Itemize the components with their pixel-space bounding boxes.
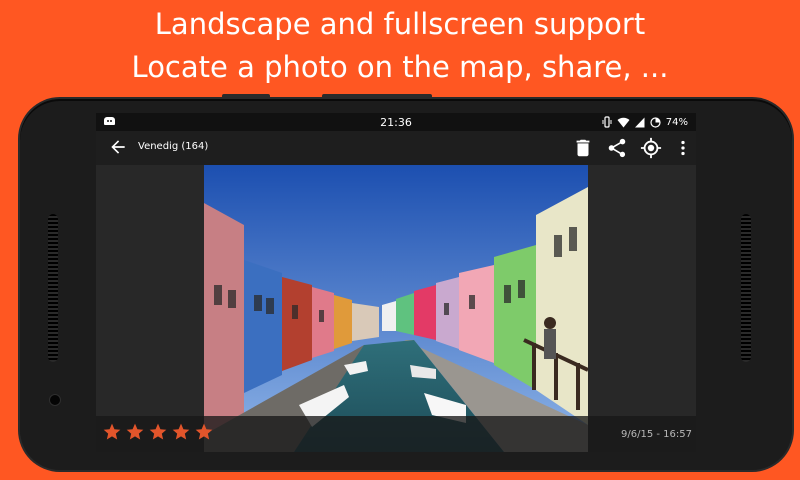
photo-viewer[interactable] [204,165,588,452]
battery-saver-icon [650,116,661,128]
front-camera [49,394,61,406]
right-speaker-grille [741,214,751,362]
photo-datetime: 9/6/15 - 16:57 [621,429,692,440]
status-icons: 74% [602,115,688,129]
album-title: Venedig (164) [138,141,209,152]
headline-line-1: Landscape and fullscreen support [154,7,646,41]
star-icon[interactable] [194,422,214,442]
left-speaker-grille [48,214,58,362]
signal-icon [634,117,645,127]
locate-icon[interactable] [640,137,662,159]
status-bar: 21:36 74% [96,113,696,131]
headline-line-2: Locate a photo on the map, share, ... [131,50,669,84]
star-icon[interactable] [125,422,145,442]
phone-screen: 21:36 74% Venedig (164) 9/6/15 - 16:57 [96,113,696,452]
app-toolbar: Venedig (164) [96,131,696,165]
wifi-icon [617,117,630,127]
star-icon[interactable] [171,422,191,442]
delete-icon[interactable] [572,137,594,159]
share-icon[interactable] [606,137,628,159]
canal-photo [204,165,588,452]
vibrate-icon [602,116,612,128]
battery-percent: 74% [665,116,688,128]
star-icon[interactable] [148,422,168,442]
photo-info-bar: 9/6/15 - 16:57 [96,416,696,452]
arrow-back-icon[interactable] [108,137,128,157]
more-vert-icon[interactable] [672,137,694,159]
rating-stars[interactable] [102,422,214,442]
star-icon[interactable] [102,422,122,442]
